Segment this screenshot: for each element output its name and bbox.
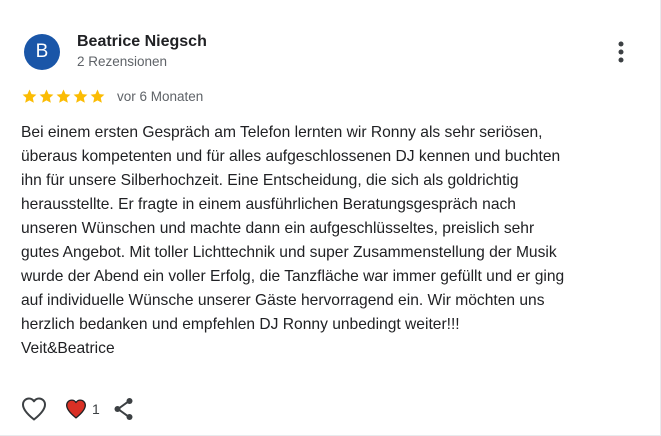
star-icon — [73, 89, 88, 103]
like-button[interactable] — [20, 396, 48, 422]
share-icon — [114, 398, 133, 420]
love-count: 1 — [92, 401, 100, 417]
review-date: vor 6 Monaten — [117, 88, 204, 104]
heart-outline-icon — [22, 397, 46, 421]
star-icon — [22, 89, 37, 103]
more-vert-icon — [618, 41, 624, 63]
star-icon — [56, 89, 71, 103]
review-count: 2 Rezensionen — [77, 54, 168, 69]
review-actions: 1 — [20, 396, 136, 422]
review-text: Bei einem ersten Gespräch am Telefon ler… — [21, 124, 565, 357]
avatar[interactable]: B — [24, 34, 60, 70]
share-button[interactable] — [112, 396, 136, 422]
review-card: B Beatrice Niegsch 2 Rezensionen vor 6 M… — [0, 0, 661, 436]
heart-filled-icon — [66, 399, 86, 419]
star-icon — [39, 89, 54, 103]
star-rating — [21, 88, 106, 105]
star-icon — [90, 89, 105, 103]
more-options-button[interactable] — [608, 38, 634, 66]
rating-row: vor 6 Monaten — [21, 87, 203, 105]
love-reaction-button[interactable]: 1 — [64, 398, 100, 420]
reviewer-name[interactable]: Beatrice Niegsch — [77, 33, 207, 51]
